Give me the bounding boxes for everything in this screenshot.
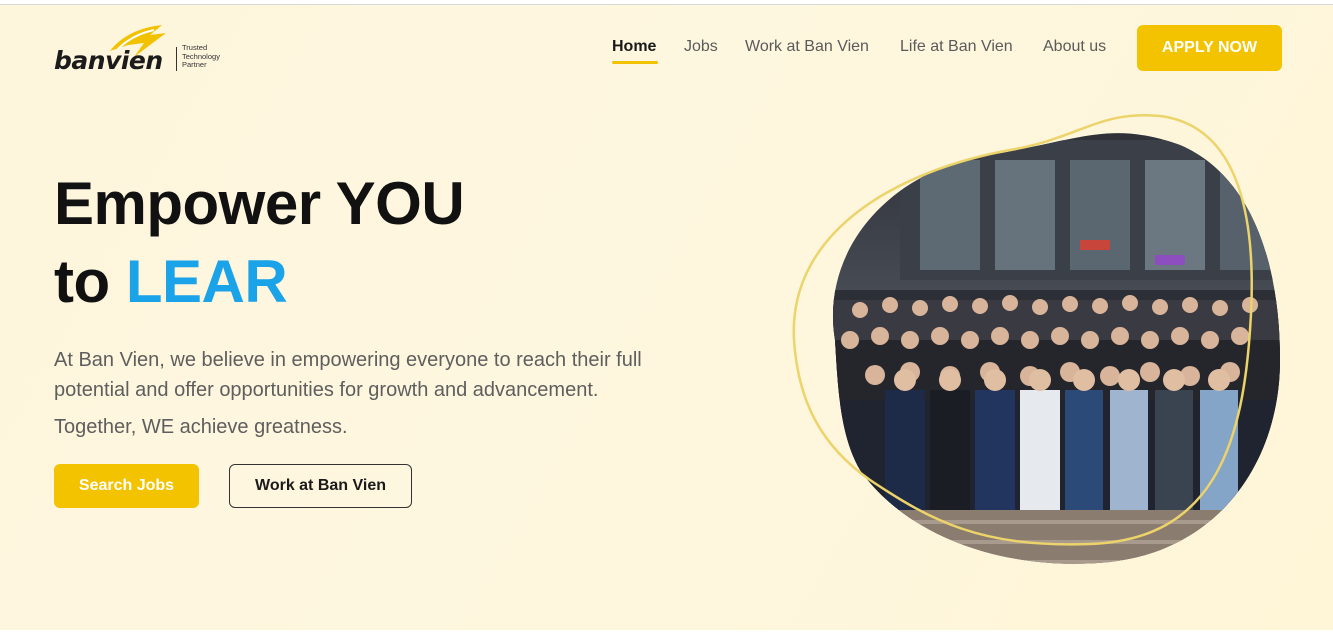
nav-item-about-us[interactable]: About us (1043, 38, 1106, 56)
nav-item-work-at-ban-vien[interactable]: Work at Ban Vien (745, 38, 869, 56)
headline-line-2: to LEAR (54, 243, 464, 321)
apply-now-button[interactable]: APPLY NOW (1137, 25, 1282, 71)
team-photo-blob (780, 100, 1300, 580)
nav-item-home[interactable]: Home (612, 38, 656, 56)
hero-headline: Empower YOU to LEAR (54, 165, 465, 321)
nav-item-life-at-ban-vien[interactable]: Life at Ban Vien (900, 38, 1013, 56)
brand-logo[interactable]: banvien Trusted Technology Partner (54, 21, 234, 77)
team-photo (792, 113, 1280, 564)
page-bottom-edge (0, 630, 1333, 635)
nav-item-jobs[interactable]: Jobs (684, 38, 718, 56)
logo-divider (176, 47, 177, 71)
brand-name: banvien (54, 46, 163, 75)
headline-accent-word: LEAR (125, 248, 288, 315)
work-at-ban-vien-button[interactable]: Work at Ban Vien (229, 464, 412, 508)
brand-tagline-line: Partner (182, 60, 207, 69)
hero-description: At Ban Vien, we believe in empowering ev… (54, 349, 642, 401)
brand-tagline: Trusted Technology Partner (182, 43, 220, 70)
search-jobs-button[interactable]: Search Jobs (54, 464, 199, 508)
nav-active-underline (612, 61, 658, 64)
hero-tagline: Together, WE achieve greatness. (54, 416, 348, 438)
hero-section: banvien Trusted Technology Partner Home … (0, 5, 1333, 630)
headline-line-1: Empower YOU (54, 170, 465, 237)
headline-prefix: to (54, 248, 126, 315)
